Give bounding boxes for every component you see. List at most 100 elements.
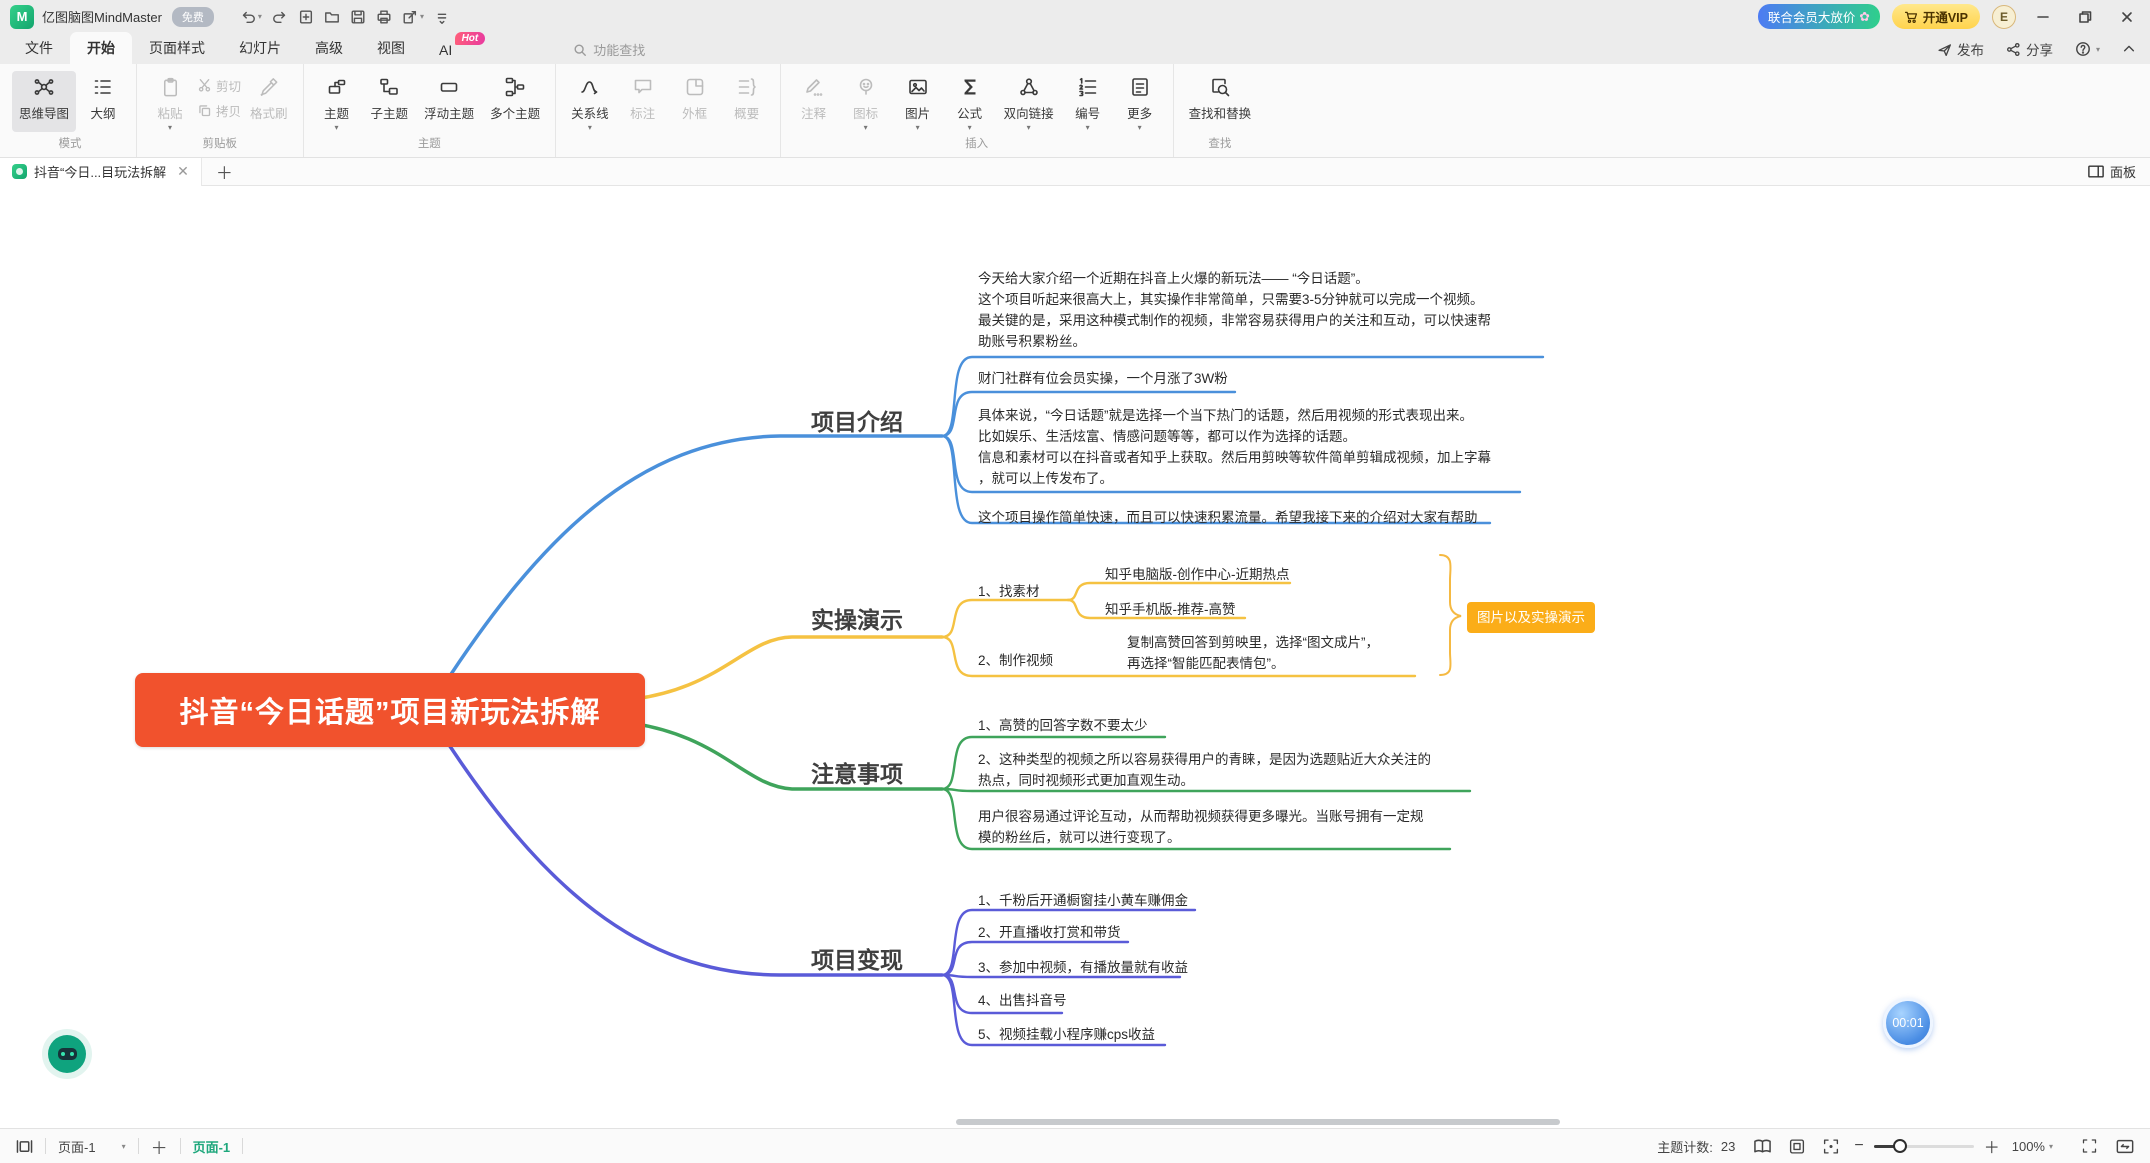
export-button[interactable]: ▾ [402,9,424,25]
topic-node[interactable]: 2、这种类型的视频之所以容易获得用户的青睐，是因为选题贴近大众关注的 热点，同时… [978,749,1431,791]
menu-tab-advanced[interactable]: 高级 [298,32,360,64]
topic-node[interactable]: 2、开直播收打赏和带货 [978,922,1121,943]
document-tab-close-icon[interactable]: ✕ [177,163,189,180]
vip-button[interactable]: 开通VIP [1892,4,1980,29]
multiple-topics-button[interactable]: 多个主题 [483,71,547,132]
minimize-button[interactable] [2028,4,2058,30]
summary-callout[interactable]: 图片以及实操演示 [1467,602,1595,633]
redo-button[interactable] [272,9,288,25]
zoom-level-caret[interactable]: ▾ [2049,1142,2053,1151]
member-promo-badge[interactable]: 联合会员大放价 ✿ [1758,4,1880,29]
numbering-button[interactable]: 编号 ▾ [1063,71,1113,132]
topic-button[interactable]: 主题 ▾ [312,71,362,132]
page-view-icon[interactable] [16,1139,33,1154]
split-view-icon[interactable] [2116,1139,2134,1154]
more-insert-button[interactable]: 更多 ▾ [1115,71,1165,132]
menu-tab-ai[interactable]: AI Hot [422,36,469,64]
picture-button[interactable]: 图片 ▾ [893,71,943,132]
boundary-button[interactable]: 外框 [670,71,720,132]
branch-label-monetize[interactable]: 项目变现 [811,941,903,975]
relationship-line-button[interactable]: 关系线 ▾ [564,71,616,132]
topic-node[interactable]: 复制高赞回答到剪映里，选择“图文成片”， 再选择“智能匹配表情包”。 [1127,632,1379,674]
topic-node[interactable]: 3、参加中视频，有播放量就有收益 [978,957,1188,978]
zoom-level[interactable]: 100% [2012,1139,2045,1154]
central-topic[interactable]: 抖音“今日话题”项目新玩法拆解 [135,673,645,747]
page-selector-caret[interactable]: ▾ [122,1142,126,1151]
two-way-link-button[interactable]: 双向链接 ▾ [997,71,1061,132]
topic-node[interactable]: 5、视频挂载小程序赚cps收益 [978,1024,1155,1045]
close-button[interactable] [2112,4,2142,30]
outline-mode-button[interactable]: 大纲 [78,71,128,132]
collapse-ribbon-button[interactable] [2122,42,2136,56]
page-tab-active[interactable]: 页面-1 [193,1137,231,1156]
summary-button[interactable]: 概要 [722,71,772,132]
topic-node[interactable]: 财门社群有位会员实操，一个月涨了3W粉 [978,368,1228,389]
copy-button[interactable]: 拷贝 [197,101,241,120]
zoom-out-button[interactable]: − [1854,1137,1863,1155]
cut-button[interactable]: 剪切 [197,76,241,95]
topic-node[interactable]: 具体来说，“今日话题”就是选择一个当下热门的话题，然后用视频的形式表现出来。 比… [978,405,1491,489]
menu-tab-page-style[interactable]: 页面样式 [132,32,222,64]
floating-topic-button[interactable]: 浮动主题 [417,71,481,132]
new-tab-button[interactable]: ＋ [216,159,233,184]
reading-view-icon[interactable] [1753,1138,1772,1155]
horizontal-scrollbar[interactable] [956,1119,1560,1125]
topic-node[interactable]: 知乎手机版-推荐-高赞 [1105,599,1236,620]
topic-node[interactable]: 1、千粉后开通橱窗挂小黄车赚佣金 [978,890,1188,911]
callout-button[interactable]: 标注 [618,71,668,132]
fullscreen-icon[interactable] [2081,1138,2098,1154]
publish-button[interactable]: 发布 [1937,39,1984,59]
topic-node[interactable]: 这个项目操作简单快速，而且可以快速积累流量。希望我接下来的介绍对大家有帮助 [978,507,1478,528]
export-caret[interactable]: ▾ [420,12,424,21]
restore-button[interactable] [2070,4,2100,30]
recording-timer[interactable]: 00:01 [1883,998,1933,1048]
topic-node[interactable]: 1、找素材 [978,581,1040,602]
feature-search-placeholder: 功能查找 [593,40,645,59]
add-page-button[interactable]: ＋ [151,1134,168,1159]
user-avatar[interactable]: E [1992,5,2016,29]
page-selector[interactable]: 页面-1 ▾ [58,1137,126,1156]
help-button[interactable]: ▾ [2075,41,2100,57]
document-tab[interactable]: 抖音“今日...目玩法拆解 ✕ [0,158,202,186]
separator [138,1138,139,1154]
undo-button[interactable]: ▾ [240,9,262,25]
new-file-button[interactable] [298,9,314,25]
topic-node[interactable]: 1、高赞的回答字数不要太少 [978,715,1148,736]
undo-history-caret[interactable]: ▾ [258,12,262,21]
panel-toggle[interactable]: 面板 [2088,162,2136,181]
save-button[interactable] [350,9,366,25]
share-button[interactable]: 分享 [2006,39,2053,59]
topic-node[interactable]: 今天给大家介绍一个近期在抖音上火爆的新玩法—— “今日话题”。 这个项目听起来很… [978,268,1491,352]
paste-button[interactable]: 粘贴 ▾ [145,71,195,132]
comment-button[interactable]: 注释 [789,71,839,132]
topic-node[interactable]: 用户很容易通过评论互动，从而帮助视频获得更多曝光。当账号拥有一定规 模的粉丝后，… [978,806,1424,848]
format-painter-button[interactable]: 格式刷 [243,71,295,132]
marker-icon-button[interactable]: 图标 ▾ [841,71,891,132]
fit-window-icon[interactable] [1788,1138,1806,1155]
fit-screen-icon[interactable] [1822,1138,1840,1155]
mindmap-canvas[interactable]: 抖音“今日话题”项目新玩法拆解 项目介绍 实操演示 注意事项 项目变现 今天给大… [0,186,2150,1128]
menu-tab-view[interactable]: 视图 [360,32,422,64]
customize-toolbar-button[interactable] [434,9,450,25]
topic-node[interactable]: 4、出售抖音号 [978,990,1067,1011]
branch-label-intro[interactable]: 项目介绍 [811,403,903,437]
menu-tab-file[interactable]: 文件 [8,32,70,64]
print-button[interactable] [376,9,392,25]
subtopic-button[interactable]: 子主题 [364,71,416,132]
menu-tab-home[interactable]: 开始 [70,32,132,64]
branch-label-demo[interactable]: 实操演示 [811,601,903,635]
topic-node[interactable]: 2、制作视频 [978,650,1053,671]
formula-button[interactable]: 公式 ▾ [945,71,995,132]
ai-assistant-button[interactable] [48,1035,86,1073]
feature-search[interactable]: 功能查找 [573,40,645,59]
zoom-slider[interactable] [1874,1145,1974,1148]
topic-node[interactable]: 知乎电脑版-创作中心-近期热点 [1105,564,1290,585]
mindmap-mode-button[interactable]: 思维导图 [12,71,76,132]
open-file-button[interactable] [324,9,340,25]
find-replace-button[interactable]: 查找和替换 [1182,71,1259,132]
zoom-in-button[interactable]: ＋ [1984,1134,2000,1158]
help-caret[interactable]: ▾ [2096,45,2100,54]
branch-label-notes[interactable]: 注意事项 [811,755,903,789]
menu-tab-slides[interactable]: 幻灯片 [222,32,298,64]
zoom-slider-knob[interactable] [1893,1139,1907,1153]
